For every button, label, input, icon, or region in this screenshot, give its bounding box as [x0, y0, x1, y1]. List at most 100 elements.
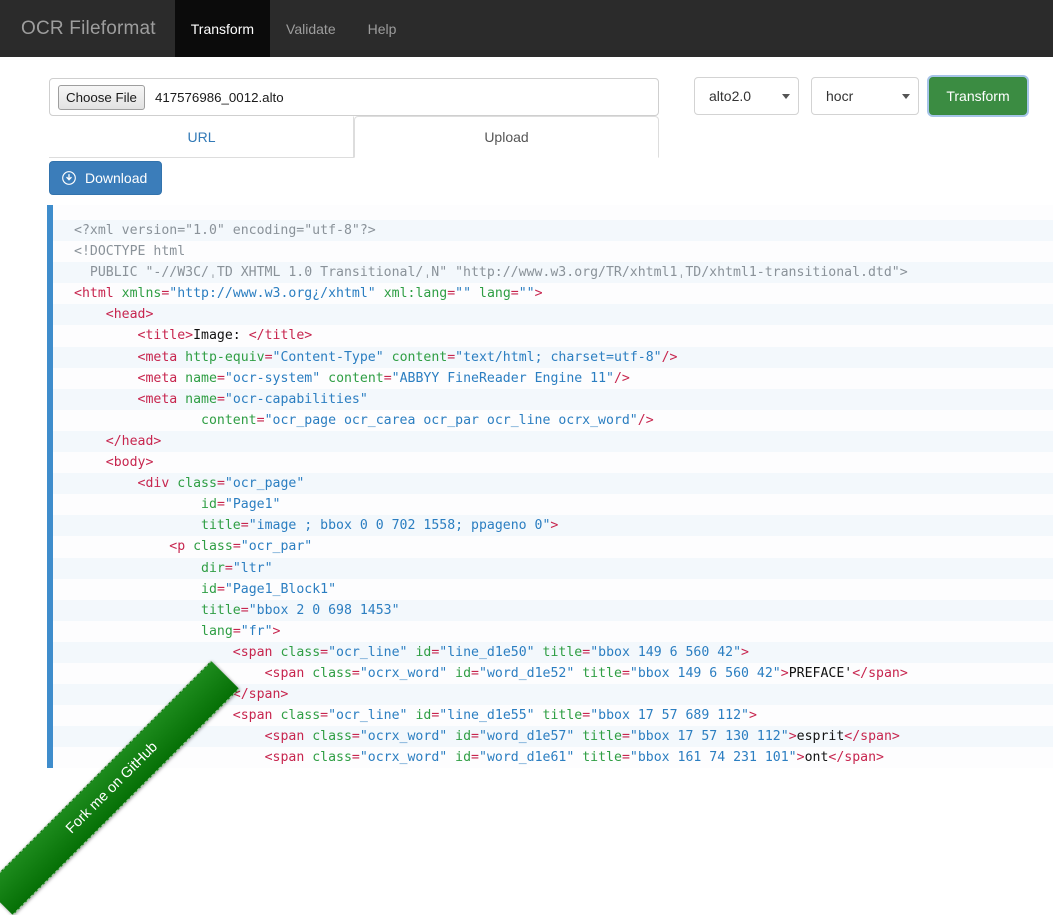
code-token: = — [622, 666, 630, 681]
tab-url[interactable]: URL — [49, 116, 354, 158]
code-token: class — [312, 666, 352, 681]
code-token: PREFACE' — [789, 666, 853, 681]
code-token: = — [217, 476, 225, 491]
code-token: > — [550, 518, 558, 533]
code-token: http-equiv — [185, 350, 264, 365]
code-token: "bbox 149 6 560 42" — [630, 666, 781, 681]
code-token: id — [455, 729, 471, 744]
code-line: title="bbox 2 0 698 1453" — [53, 600, 1053, 621]
code-token: = — [320, 708, 328, 723]
code-token — [535, 708, 543, 723]
code-token: = — [233, 539, 241, 554]
code-token: content — [201, 413, 257, 428]
code-token: > — [273, 624, 281, 639]
code-token: </span> — [828, 750, 884, 765]
code-token: <body> — [106, 455, 154, 470]
code-token — [384, 350, 392, 365]
output-format-value: hocr — [826, 88, 896, 104]
code-token: name — [185, 371, 217, 386]
code-token: > — [789, 729, 797, 744]
code-token: "bbox 17 57 689 112" — [590, 708, 749, 723]
code-token: = — [352, 666, 360, 681]
input-format-select[interactable]: alto2.0 — [694, 77, 799, 115]
code-token: = — [622, 729, 630, 744]
code-token: name — [185, 392, 217, 407]
code-token: dir — [201, 561, 225, 576]
code-token: "" — [519, 286, 535, 301]
code-token: "bbox 2 0 698 1453" — [249, 603, 400, 618]
output-format-select[interactable]: hocr — [811, 77, 919, 115]
code-token: = — [320, 645, 328, 660]
code-token: title — [201, 603, 241, 618]
tab-upload[interactable]: Upload — [354, 116, 659, 158]
code-token: = — [447, 350, 455, 365]
code-token: = — [352, 729, 360, 744]
code-token: = — [622, 750, 630, 765]
code-token: > — [797, 750, 805, 765]
code-token: class — [177, 476, 217, 491]
source-tabs: URL Upload — [49, 116, 659, 158]
nav-item-transform[interactable]: Transform — [175, 0, 270, 57]
code-token: xml:lang — [384, 286, 448, 301]
code-token: = — [241, 603, 249, 618]
code-token: title — [201, 518, 241, 533]
transform-button[interactable]: Transform — [929, 77, 1027, 115]
nav-item-validate[interactable]: Validate — [270, 0, 352, 57]
code-token: > — [535, 286, 543, 301]
code-line: id="Page1_Block1" — [53, 579, 1053, 600]
navbar: OCR Fileformat Transform Validate Help — [0, 0, 1053, 57]
code-token: <span — [233, 708, 281, 723]
code-token: = — [471, 666, 479, 681]
code-token: = — [582, 645, 590, 660]
code-token: <div — [138, 476, 178, 491]
code-token: "ltr" — [233, 561, 273, 576]
nav-item-help[interactable]: Help — [352, 0, 413, 57]
navbar-brand[interactable]: OCR Fileformat — [0, 0, 175, 57]
code-token: = — [352, 750, 360, 765]
code-token: title — [543, 645, 583, 660]
code-token: "ocr_par" — [241, 539, 312, 554]
download-button[interactable]: Download — [49, 161, 162, 195]
code-line: PUBLIC "-//W3C/ˌTD XHTML 1.0 Transitiona… — [53, 262, 1053, 283]
code-token — [447, 666, 455, 681]
code-token: ont — [805, 750, 829, 765]
code-token: class — [193, 539, 233, 554]
code-token: <head> — [106, 307, 154, 322]
code-token: <meta — [138, 392, 186, 407]
code-token: class — [312, 729, 352, 744]
code-token: /> — [614, 371, 630, 386]
code-token — [535, 645, 543, 660]
code-token: "ocr-capabilities" — [225, 392, 368, 407]
code-token — [471, 286, 479, 301]
code-token: = — [447, 286, 455, 301]
code-token: = — [265, 350, 273, 365]
input-format-value: alto2.0 — [709, 88, 776, 104]
code-token: "word_d1e61" — [479, 750, 574, 765]
code-token: "ocrx_word" — [360, 666, 447, 681]
code-token: "ocrx_word" — [360, 750, 447, 765]
code-token: "http://www.w3.org¿/xhtml" — [169, 286, 375, 301]
code-token — [376, 286, 384, 301]
code-token: "Content-Type" — [273, 350, 384, 365]
code-line: <meta http-equiv="Content-Type" content=… — [53, 347, 1053, 368]
file-input[interactable]: Choose File 417576986_0012.alto — [49, 78, 659, 116]
download-button-label: Download — [85, 170, 147, 186]
code-token: "line_d1e50" — [439, 645, 534, 660]
code-token: title — [543, 708, 583, 723]
code-token: = — [582, 708, 590, 723]
code-line: <!DOCTYPE html — [53, 241, 1053, 262]
code-token: "text/html; charset=utf-8" — [455, 350, 661, 365]
code-token: <?xml version="1.0" encoding="utf-8"?> — [74, 223, 376, 238]
code-token: = — [511, 286, 519, 301]
code-token: "ocr_page ocr_carea ocr_par ocr_line ocr… — [265, 413, 638, 428]
code-token: = — [217, 392, 225, 407]
code-token: = — [233, 624, 241, 639]
code-token: <!DOCTYPE html — [74, 244, 185, 259]
code-token: id — [201, 497, 217, 512]
code-token: "ocr_line" — [328, 708, 407, 723]
code-token: "bbox 149 6 560 42" — [590, 645, 741, 660]
code-line: <body> — [53, 452, 1053, 473]
choose-file-button[interactable]: Choose File — [58, 85, 145, 110]
download-icon — [62, 171, 76, 185]
code-token: = — [225, 561, 233, 576]
